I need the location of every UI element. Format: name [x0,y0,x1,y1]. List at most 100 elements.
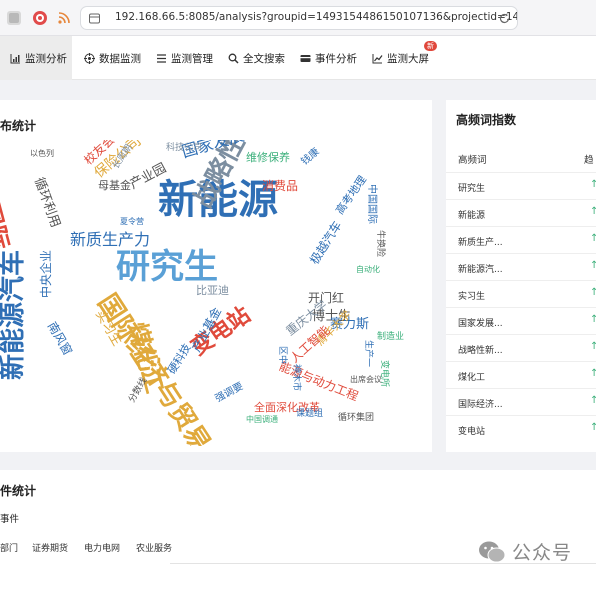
trend-up-icon: ↑ [590,233,596,244]
watermark-text: 公众号 [512,542,573,564]
nav-item-big-screen[interactable]: 监测大屏 新 [372,36,437,80]
word-cloud-word[interactable]: 循环集团 [338,414,374,423]
nav-item-fulltext-search[interactable]: 全文搜索 [228,36,285,80]
freq-word: 国家发展... [458,319,503,329]
line-chart-icon [372,53,383,63]
freq-row[interactable]: 新能源汽... ↑ [446,253,596,281]
freq-word: 研究生 [458,184,486,194]
reload-icon[interactable] [498,12,511,25]
word-cloud-word[interactable]: 出席会议 [350,376,382,384]
word-cloud-word[interactable]: 制造业 [377,333,404,342]
main-nav: 监测分析 数据监测 监测管理 全文搜索 事件分析 监测大屏 新 [0,36,596,80]
trend-up-icon: ↑ [590,368,596,379]
nav-label: 数据监测 [99,52,141,65]
url-text[interactable]: 192.168.66.5:8085/analysis?groupid=14931… [115,11,517,23]
browser-toolbar: 192.168.66.5:8085/analysis?groupid=14931… [0,0,596,36]
freq-row[interactable]: 新能源 ↑ [446,199,596,227]
events-panel [0,470,596,596]
freq-row[interactable]: 研究生 ↑ [446,172,596,200]
trend-up-icon: ↑ [590,206,596,217]
word-cloud-word[interactable]: 国际 [0,199,14,253]
page-info-icon[interactable] [89,13,100,24]
trend-up-icon: ↑ [590,395,596,406]
trend-up-icon: ↑ [590,260,596,271]
word-cloud-word[interactable]: 区中 [277,346,287,364]
extension-icon[interactable] [6,10,22,26]
tab-power-grid[interactable]: 电力电网 [84,541,120,554]
word-cloud-word[interactable]: 中国调通 [246,416,278,424]
word-cloud-word[interactable]: 牛换险 [375,230,385,257]
word-cloud-word[interactable]: 比亚迪 [196,285,229,296]
tab-department[interactable]: 部门 [0,541,18,554]
target-extension-icon[interactable] [32,10,48,26]
bar-chart-icon [10,53,20,63]
trend-up-icon: ↑ [590,341,596,352]
word-cloud-word[interactable]: 中国国际 [366,184,377,224]
tab-securities[interactable]: 证券期货 [32,541,68,554]
new-badge: 新 [424,41,437,51]
word-cloud-word[interactable]: 夏令营 [120,218,144,226]
freq-col-word: 高频词 [458,155,487,166]
nav-label: 监测大屏 [387,52,429,65]
freq-row[interactable]: 国际经济... ↑ [446,388,596,416]
target-icon [84,52,95,64]
word-cloud-word[interactable]: 循环利用 [31,176,63,230]
rss-icon[interactable] [56,10,72,26]
word-cloud-word[interactable]: 新能源汽车 [0,250,28,380]
word-cloud-word[interactable]: 高考地理 [333,173,369,216]
word-cloud-word[interactable]: 神木市 [291,364,301,391]
word-cloud-word[interactable]: 自动化 [356,266,380,274]
nav-label: 监测管理 [171,52,213,65]
freq-word: 煤化工 [458,373,486,383]
freq-row[interactable]: 实习生 ↑ [446,280,596,308]
freq-col-trend: 趋 [584,155,594,166]
word-cloud-word[interactable]: 极越汽车 [307,219,344,267]
trend-up-icon: ↑ [590,422,596,433]
freq-row[interactable]: 战略性新... ↑ [446,334,596,362]
freq-word: 新能源汽... [458,265,503,275]
events-subtitle: 事件 [0,514,20,525]
freq-row[interactable]: 煤化工 ↑ [446,361,596,389]
word-cloud-word[interactable]: 南风窗 [45,320,75,358]
trend-up-icon: ↑ [590,179,596,190]
word-cloud-word[interactable]: 科技公司 [166,144,202,153]
word-cloud-word[interactable]: 课题组 [296,410,323,419]
wordcloud-title: 布统计 [0,119,37,133]
nav-item-data-monitor[interactable]: 数据监测 [84,36,141,80]
nav-item-event-analysis[interactable]: 事件分析 [300,36,357,80]
word-cloud-word[interactable]: 维修保养 [246,152,290,163]
trend-up-icon: ↑ [590,287,596,298]
word-cloud-word[interactable]: 变电所 [379,360,389,387]
trend-up-icon: ↑ [590,314,596,325]
word-cloud-word[interactable]: 中央企业 [39,250,53,298]
nav-item-monitor-manage[interactable]: 监测管理 [156,36,213,80]
word-cloud-word[interactable]: 以色列 [30,150,54,158]
freq-row[interactable]: 变电站 ↑ [446,415,596,443]
search-icon [228,53,239,64]
freq-word: 战略性新... [458,346,503,356]
freq-row[interactable]: 新质生产... ↑ [446,226,596,254]
freq-row[interactable]: 国家发展... ↑ [446,307,596,335]
events-title: 件统计 [0,484,37,498]
word-cloud-word[interactable]: 强调要 [214,381,246,405]
nav-item-monitor-analysis[interactable]: 监测分析 [0,36,72,80]
freq-title: 高频词指数 [456,113,517,127]
word-cloud-word[interactable]: 能源与动力工程 [277,359,360,403]
nav-label: 监测分析 [25,52,67,65]
freq-word: 新能源 [458,211,486,221]
word-cloud: 新能源研究生国际经济与贸易战略性新兴产业新能源汽车煤化工变电站国家发展改革委新质… [0,140,420,446]
word-cloud-word[interactable]: 生产一 [363,340,373,367]
word-cloud-word[interactable]: 消费品 [262,180,298,192]
word-cloud-word[interactable]: 新质生产力 [70,232,150,248]
freq-word: 实习生 [458,292,486,302]
wechat-watermark: 公众号 [478,538,572,565]
word-cloud-word[interactable]: 研究生 [116,250,218,284]
word-cloud-word[interactable]: 母基金 [98,180,131,191]
freq-word: 国际经济... [458,400,503,410]
card-icon [300,54,311,62]
address-bar[interactable]: 192.168.66.5:8085/analysis?groupid=14931… [80,6,518,30]
freq-word: 变电站 [458,427,486,437]
word-cloud-word[interactable]: 钱康 [299,146,321,167]
list-icon [157,53,166,63]
tab-agriculture[interactable]: 农业服务 [136,541,172,554]
